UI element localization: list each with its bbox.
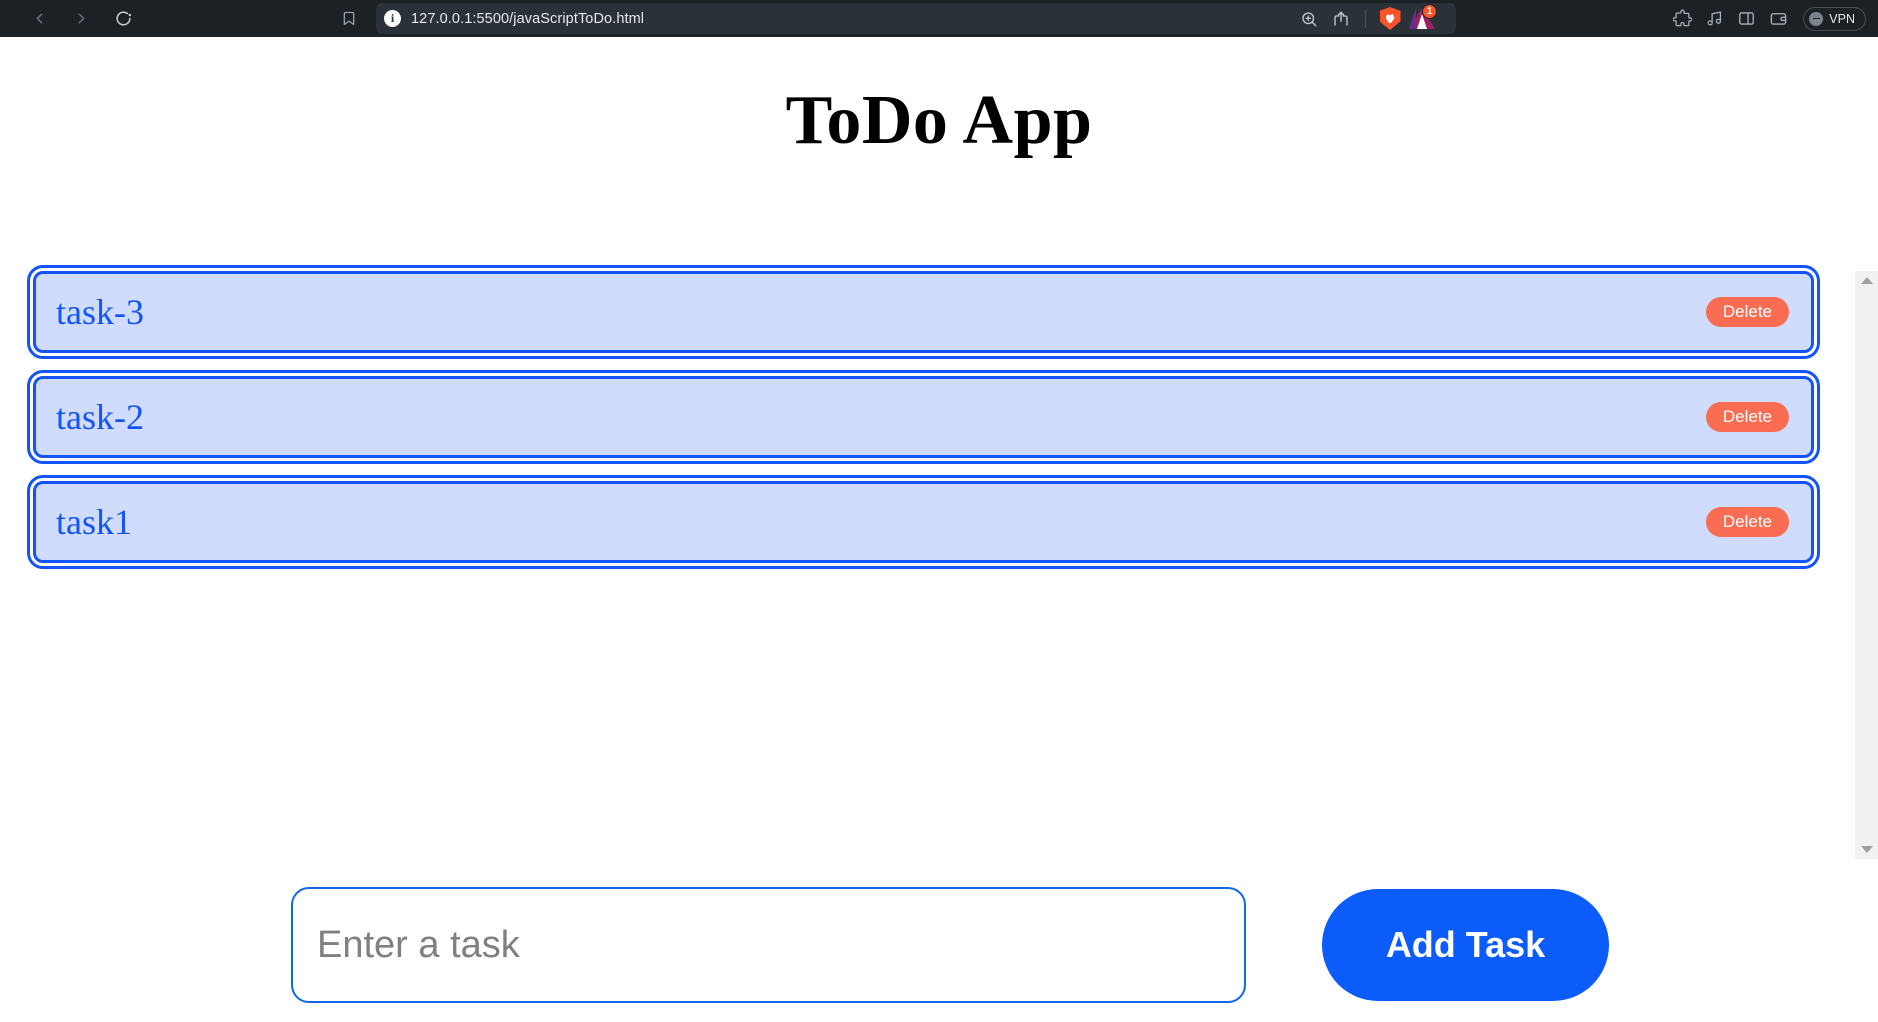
toolbar-right-icons: VPN (1667, 5, 1866, 33)
omnibox-divider (1365, 9, 1366, 28)
page-title: ToDo App (785, 82, 1093, 159)
task-label: task-3 (56, 292, 144, 332)
url-text: 127.0.0.1:5500/javaScriptToDo.html (411, 10, 645, 27)
wallet-icon[interactable] (1763, 5, 1793, 33)
back-button[interactable] (26, 6, 52, 32)
brave-rewards-triangle-icon[interactable]: 1 (1408, 3, 1437, 33)
omnibox-actions: 1 (1295, 3, 1442, 33)
extensions-puzzle-icon[interactable] (1667, 5, 1697, 33)
task-input[interactable] (291, 887, 1246, 1003)
zoom-in-icon[interactable] (1295, 5, 1323, 33)
web-page-content: ToDo App task-3 Delete task-2 Delete tas… (0, 37, 1878, 1022)
task-label: task1 (56, 502, 132, 542)
delete-task-button[interactable]: Delete (1705, 402, 1789, 432)
rewards-badge: 1 (1422, 3, 1437, 19)
share-icon[interactable] (1327, 5, 1355, 33)
address-bar[interactable]: i 127.0.0.1:5500/javaScriptToDo.html 1 (376, 3, 1456, 34)
omnibox-area: i 127.0.0.1:5500/javaScriptToDo.html 1 (336, 3, 1456, 34)
forward-button[interactable] (68, 6, 94, 32)
vpn-button[interactable]: VPN (1803, 6, 1866, 31)
vpn-label: VPN (1829, 11, 1855, 26)
reload-button[interactable] (110, 6, 136, 32)
sidebar-panel-icon[interactable] (1731, 5, 1761, 33)
add-task-button[interactable]: Add Task (1322, 889, 1609, 1001)
task-list: task-3 Delete task-2 Delete task1 Delete (0, 234, 1840, 859)
scroll-up-arrow-icon[interactable] (1860, 277, 1873, 284)
navigation-buttons (26, 6, 136, 32)
task-list-region: task-3 Delete task-2 Delete task1 Delete (0, 234, 1878, 859)
task-list-scrollbar[interactable] (1855, 271, 1878, 859)
site-info-icon[interactable]: i (384, 10, 401, 27)
compose-row: Add Task (0, 887, 1878, 1003)
task-label: task-2 (56, 397, 144, 437)
scroll-down-arrow-icon[interactable] (1860, 846, 1873, 853)
brave-shield-icon[interactable] (1376, 5, 1404, 33)
bookmark-icon[interactable] (336, 6, 362, 32)
vpn-toggle-icon (1809, 11, 1824, 26)
browser-toolbar: i 127.0.0.1:5500/javaScriptToDo.html 1 V… (0, 0, 1878, 37)
task-row[interactable]: task-2 Delete (27, 370, 1820, 464)
delete-task-button[interactable]: Delete (1705, 507, 1789, 537)
task-row[interactable]: task1 Delete (27, 475, 1820, 569)
task-row[interactable]: task-3 Delete (27, 265, 1820, 359)
delete-task-button[interactable]: Delete (1705, 297, 1789, 327)
music-note-icon[interactable] (1699, 5, 1729, 33)
